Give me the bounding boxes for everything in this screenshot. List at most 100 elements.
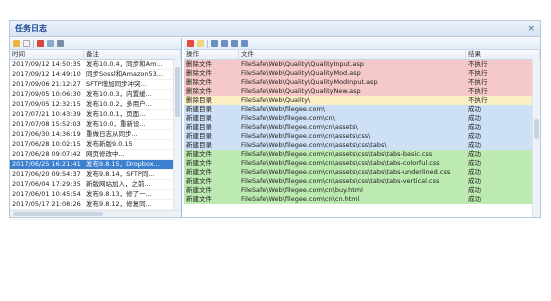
- file-op-path: FileSafe\Web\filegee.com\cn\cn.html: [241, 195, 360, 203]
- task-time: 2017/07/21 10:43:39: [12, 110, 81, 118]
- file-op-type: 新建文件: [186, 168, 212, 176]
- file-op-type: 删除目录: [186, 96, 212, 104]
- column-header-time[interactable]: 时间: [10, 50, 84, 59]
- column-header-note[interactable]: 备注: [84, 50, 181, 59]
- file-op-path: FileSafe\Web\Quality\QualityModInput.asp: [241, 78, 378, 86]
- left-horizontal-scrollbar[interactable]: [10, 210, 181, 217]
- task-note: 发布10.0，重新设...: [86, 120, 146, 128]
- file-op-row[interactable]: 删除文件 FileSafe\Web\Quality\QualityNew.asp 不…: [184, 87, 540, 96]
- save-icon[interactable]: [197, 40, 204, 47]
- file-op-row[interactable]: 删除目录 FileSafe\Web\Quality\ 不执行: [184, 96, 540, 105]
- prev-page-icon[interactable]: [221, 40, 228, 47]
- close-icon[interactable]: ×: [527, 24, 535, 34]
- file-op-row[interactable]: 新建文件 FileSafe\Web\filegee.com\cn\cn.html 成…: [184, 195, 540, 204]
- column-header-result[interactable]: 结果: [466, 50, 540, 59]
- task-time: 2017/06/28 10:02:15: [12, 140, 81, 148]
- task-note: SFTP增加同步冲突...: [86, 80, 147, 88]
- task-time: 2017/09/06 21:12:27: [12, 80, 81, 88]
- file-op-row[interactable]: 新建目录 FileSafe\Web\filegee.com\ 成功: [184, 105, 540, 114]
- next-page-icon[interactable]: [231, 40, 238, 47]
- window-title: 任务日志: [15, 24, 47, 33]
- export-icon[interactable]: [187, 40, 194, 47]
- first-page-icon[interactable]: [211, 40, 218, 47]
- file-op-row[interactable]: 删除文件 FileSafe\Web\Quality\QualityInput.as…: [184, 60, 540, 69]
- file-op-row[interactable]: 新建目录 FileSafe\Web\filegee.com\cn\ 成功: [184, 114, 540, 123]
- task-row[interactable]: 2017/06/28 09:07:42 网页修改中...: [10, 150, 181, 160]
- scrollbar-thumb[interactable]: [534, 119, 539, 139]
- task-row[interactable]: 2017/06/25 16:21:41 发布9.8.15，Dropbox...: [10, 160, 181, 170]
- scrollbar-thumb[interactable]: [13, 212, 103, 216]
- file-op-type: 删除文件: [186, 87, 212, 95]
- task-row[interactable]: 2017/09/12 14:49:10 同步Sossl和Amazon53...: [10, 70, 181, 80]
- copy-icon[interactable]: [47, 40, 54, 47]
- file-op-result: 成功: [468, 168, 481, 176]
- file-op-type: 删除文件: [186, 78, 212, 86]
- file-op-row[interactable]: 新建目录 FileSafe\Web\filegee.com\cn\assets\c…: [184, 132, 540, 141]
- file-op-row[interactable]: 新建文件 FileSafe\Web\filegee.com\cn\assets\c…: [184, 177, 540, 186]
- file-op-row[interactable]: 新建文件 FileSafe\Web\filegee.com\cn\assets\c…: [184, 168, 540, 177]
- task-time: 2017/05/17 21:08:26: [12, 200, 81, 208]
- task-note: 同步Sossl和Amazon53...: [86, 70, 163, 78]
- file-op-result: 不执行: [468, 78, 488, 86]
- task-row[interactable]: 2017/09/06 21:12:27 SFTP增加同步冲突...: [10, 80, 181, 90]
- right-vertical-scrollbar[interactable]: [532, 59, 540, 217]
- file-op-row[interactable]: 删除文件 FileSafe\Web\Quality\QualityModInput…: [184, 78, 540, 87]
- task-row[interactable]: 2017/09/05 12:32:15 发布10.0.2，多用户...: [10, 100, 181, 110]
- file-op-path: FileSafe\Web\Quality\QualityInput.asp: [241, 60, 364, 68]
- right-grid-header: 操作 文件 结果: [184, 50, 540, 60]
- task-row[interactable]: 2017/07/08 15:52:03 发布10.0，重新设...: [10, 120, 181, 130]
- file-op-type: 新建目录: [186, 114, 212, 122]
- task-note: 重做日志从同步...: [86, 130, 138, 138]
- file-op-row[interactable]: 新建文件 FileSafe\Web\filegee.com\cn\buy.html…: [184, 186, 540, 195]
- task-row[interactable]: 2017/06/20 09:54:37 发布9.8.14，SFTP同...: [10, 170, 181, 180]
- task-row[interactable]: 2017/09/12 14:50:35 发布10.0.4，同步和Am...: [10, 60, 181, 70]
- task-time: 2017/09/12 14:50:35: [12, 60, 81, 68]
- task-row[interactable]: 2017/05/17 21:08:26 发布9.8.12，修复同...: [10, 200, 181, 210]
- file-op-path: FileSafe\Web\filegee.com\cn\: [241, 114, 335, 122]
- task-row[interactable]: 2017/06/01 10:45:54 发布9.8.13，修了一...: [10, 190, 181, 200]
- folder-open-icon[interactable]: [13, 40, 20, 47]
- task-row[interactable]: 2017/09/05 10:06:30 发布10.0.3，内置缓...: [10, 90, 181, 100]
- new-doc-icon[interactable]: [23, 40, 30, 47]
- left-grid-header: 时间 备注: [10, 50, 181, 60]
- file-op-path: FileSafe\Web\Quality\QualityMod.asp: [241, 69, 361, 77]
- file-op-result: 成功: [468, 132, 481, 140]
- file-op-row[interactable]: 新建目录 FileSafe\Web\filegee.com\cn\assets\ 成…: [184, 123, 540, 132]
- task-note: 新版网站加入，之前...: [86, 180, 151, 188]
- toolbar-separator: [207, 39, 208, 48]
- task-note: 发布9.8.13，修了一...: [86, 190, 152, 198]
- task-note: 发布9.8.14，SFTP同...: [86, 170, 155, 178]
- column-header-file[interactable]: 文件: [239, 50, 466, 59]
- file-op-type: 新建目录: [186, 132, 212, 140]
- task-row[interactable]: 2017/06/28 10:02:15 发布新版9.0.15: [10, 140, 181, 150]
- left-vertical-scrollbar[interactable]: [173, 59, 181, 211]
- file-op-path: FileSafe\Web\filegee.com\cn\assets\css\t…: [241, 177, 440, 185]
- file-op-type: 新建目录: [186, 123, 212, 131]
- task-note: 发布10.0.4，同步和Am...: [86, 60, 163, 68]
- trash-icon[interactable]: [57, 40, 64, 47]
- file-op-result: 成功: [468, 186, 481, 194]
- task-row[interactable]: 2017/07/21 10:43:39 发布10.0.1，页面...: [10, 110, 181, 120]
- task-row[interactable]: 2017/06/30 14:36:19 重做日志从同步...: [10, 130, 181, 140]
- file-op-type: 新建文件: [186, 159, 212, 167]
- file-op-row[interactable]: 新建文件 FileSafe\Web\filegee.com\cn\assets\c…: [184, 150, 540, 159]
- right-toolbar: [184, 38, 540, 50]
- file-op-path: FileSafe\Web\filegee.com\cn\assets\: [241, 123, 358, 131]
- column-header-op[interactable]: 操作: [184, 50, 239, 59]
- last-page-icon[interactable]: [241, 40, 248, 47]
- delete-icon[interactable]: [37, 40, 44, 47]
- file-op-type: 删除文件: [186, 60, 212, 68]
- file-op-result: 不执行: [468, 69, 488, 77]
- task-time: 2017/09/12 14:49:10: [12, 70, 81, 78]
- file-op-row[interactable]: 删除文件 FileSafe\Web\Quality\QualityMod.asp 不…: [184, 69, 540, 78]
- scrollbar-thumb[interactable]: [175, 67, 180, 117]
- task-note: 发布10.0.3，内置缓...: [86, 90, 152, 98]
- task-row[interactable]: 2017/06/04 17:29:35 新版网站加入，之前...: [10, 180, 181, 190]
- file-op-type: 新建文件: [186, 150, 212, 158]
- file-op-path: FileSafe\Web\filegee.com\: [241, 105, 325, 113]
- task-time: 2017/06/25 16:21:41: [12, 160, 81, 168]
- task-note: 发布新版9.0.15: [86, 140, 133, 148]
- file-op-row[interactable]: 新建目录 FileSafe\Web\filegee.com\cn\assets\c…: [184, 141, 540, 150]
- file-op-row[interactable]: 新建文件 FileSafe\Web\filegee.com\cn\assets\c…: [184, 159, 540, 168]
- file-ops-list: 删除文件 FileSafe\Web\Quality\QualityInput.as…: [184, 60, 540, 204]
